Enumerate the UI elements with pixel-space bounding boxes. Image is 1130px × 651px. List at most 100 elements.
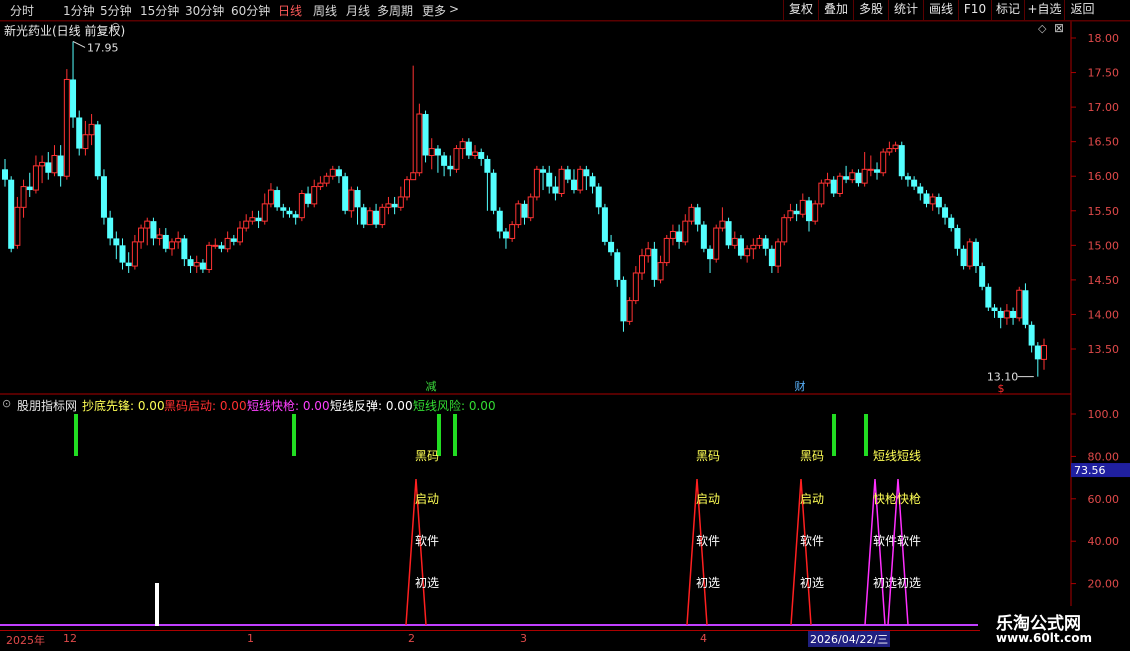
marker-reduce: 减 [426, 380, 437, 393]
candle-body-48 [298, 193, 305, 219]
indicator-dropdown-icon[interactable]: ⊙ [2, 397, 11, 410]
candle-body-19 [119, 245, 126, 263]
candle-body-5 [32, 165, 39, 191]
candle-body-155 [960, 248, 967, 267]
signal-label-4-2: 软件 [897, 534, 921, 548]
candle-body-6 [39, 161, 46, 167]
candle-body-157 [972, 241, 979, 267]
candle-body-96 [595, 186, 602, 208]
candle-body-82 [509, 224, 516, 239]
candle-body-58 [360, 207, 367, 225]
candle-body-28 [175, 237, 182, 243]
candle-body-29 [181, 238, 188, 260]
candle-body-148 [917, 186, 924, 194]
candle-body-77 [478, 152, 485, 159]
green-signal-bar-1 [292, 414, 296, 456]
green-signal-bar-0 [74, 414, 78, 456]
candle-body-108 [669, 231, 676, 239]
candle-body-87 [540, 169, 547, 173]
high-pointer [72, 41, 86, 48]
candle-body-122 [756, 237, 763, 246]
candle-body-25 [156, 234, 163, 239]
candle-body-17 [107, 217, 114, 239]
candle-body-34 [212, 244, 219, 247]
dropdown-icon[interactable]: ⊙ [111, 20, 120, 33]
candle-body-119 [737, 238, 744, 256]
candle-body-129 [799, 199, 806, 215]
green-signal-bar-3 [453, 414, 457, 456]
candle-body-20 [125, 262, 132, 267]
candle-body-75 [465, 141, 472, 156]
signal-label-4-0: 短线 [897, 449, 921, 463]
candle-body-94 [583, 169, 590, 177]
candle-body-154 [954, 228, 961, 249]
candle-body-21 [131, 241, 138, 267]
candle-body-62 [385, 203, 392, 208]
candle-body-153 [948, 217, 955, 229]
candle-body-165 [1022, 290, 1029, 325]
candle-body-106 [657, 262, 664, 281]
candle-body-24 [150, 221, 157, 239]
candle-body-115 [713, 227, 720, 260]
candle-body-51 [317, 182, 324, 188]
candle-body-168 [1041, 345, 1047, 360]
candle-body-63 [391, 203, 398, 208]
candle-body-151 [935, 196, 942, 208]
candle-body-83 [515, 203, 522, 226]
white-signal-bar [155, 583, 159, 626]
candle-body-74 [459, 141, 466, 150]
ind-tick-label-1: 80.00 [1088, 450, 1120, 463]
diamond-icon[interactable]: ◇ [1038, 22, 1046, 35]
candle-body-123 [762, 238, 769, 249]
candle-body-134 [830, 179, 837, 194]
candle-body-54 [335, 169, 342, 177]
candle-body-45 [280, 207, 287, 211]
candle-body-161 [997, 310, 1004, 318]
candle-body-60 [373, 210, 380, 225]
marker-dollar: $ [998, 382, 1005, 395]
marker-finance: 财 [795, 379, 806, 393]
ind-tick-label-2: 60.00 [1088, 493, 1120, 506]
stock-title: 新光药业(日线 前复权) [4, 24, 126, 38]
indicator-field-3: 短线反弹: 0.00 [330, 399, 413, 413]
candle-body-46 [286, 210, 293, 215]
candle-body-113 [700, 224, 707, 249]
candle-body-15 [94, 124, 101, 177]
candle-body-110 [682, 220, 689, 243]
candle-body-105 [651, 248, 658, 280]
green-signal-bar-5 [864, 414, 868, 456]
candle-body-78 [484, 158, 491, 173]
candle-body-101 [626, 300, 633, 322]
candle-body-43 [267, 189, 274, 205]
candle-body-138 [855, 172, 862, 184]
candle-body-167 [1034, 345, 1041, 360]
candle-body-140 [867, 168, 874, 171]
candle-body-32 [199, 262, 206, 270]
close-icon[interactable]: ⊠ [1054, 21, 1064, 35]
candle-body-107 [663, 237, 670, 264]
candle-body-79 [490, 172, 497, 211]
candle-body-57 [354, 190, 361, 208]
candle-body-71 [441, 155, 448, 166]
candle-body-109 [676, 231, 683, 242]
time-axis: 2025年 12 1 2 3 4 2026/04/22/三 [0, 630, 1130, 651]
time-label-2: 1 [247, 632, 254, 645]
candle-body-64 [397, 196, 404, 208]
price-tick-label-9: 13.50 [1088, 343, 1120, 356]
stock-chart[interactable]: 18.00 17.50 17.00 16.50 16.00 15.50 15.00 14.50… [0, 0, 1130, 650]
candle-body-145 [898, 145, 905, 177]
candle-body-55 [342, 176, 349, 211]
candle-body-156 [966, 241, 973, 267]
price-tick-label-8: 14.00 [1088, 308, 1120, 321]
time-label-1: 12 [63, 632, 77, 645]
candle-body-95 [589, 176, 596, 187]
candle-body-66 [410, 172, 417, 181]
watermark-url: www.60lt.com [996, 631, 1093, 645]
candle-body-139 [861, 168, 868, 184]
price-tick-label-0: 18.00 [1088, 32, 1120, 45]
candle-body-76 [472, 151, 479, 156]
signal-label-1-2: 软件 [696, 534, 720, 548]
candle-body-131 [812, 203, 819, 222]
signal-label-1-1: 启动 [696, 492, 720, 506]
ind-tick-label-4: 20.00 [1088, 578, 1120, 591]
